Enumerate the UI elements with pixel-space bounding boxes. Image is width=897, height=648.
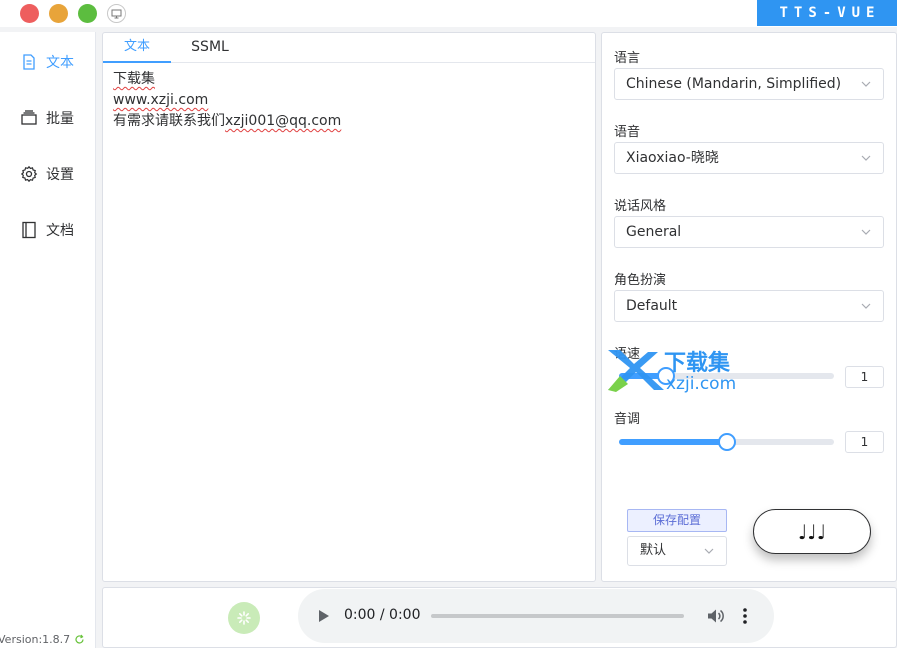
version-info: Version:1.8.7 (0, 633, 85, 646)
sidebar-item-label: 批量 (46, 111, 74, 127)
role-label: 角色扮演 (614, 273, 667, 288)
sidebar-item-settings[interactable]: 设置 (20, 164, 74, 184)
notebook-icon (22, 221, 36, 239)
sidebar-item-label: 设置 (46, 167, 74, 183)
audio-player: 0:00 / 0:00 (298, 589, 774, 643)
loading-spinner-icon (228, 602, 260, 634)
chevron-down-icon (861, 229, 871, 235)
monitor-icon[interactable] (107, 4, 126, 23)
editor-tabs: 文本 SSML (103, 33, 595, 63)
close-window-button[interactable] (20, 4, 39, 23)
preset-select[interactable]: 默认 (627, 536, 727, 566)
play-icon[interactable] (318, 609, 330, 623)
settings-panel: 语言 Chinese (Mandarin, Simplified) 语音 Xia… (601, 32, 897, 582)
chevron-down-icon (861, 81, 871, 87)
sidebar-item-docs[interactable]: 文档 (20, 220, 74, 240)
play-tts-button[interactable]: ♩♩♩ (753, 509, 871, 554)
pitch-slider-fill (619, 439, 727, 445)
style-select[interactable]: General (614, 216, 884, 248)
speed-input[interactable]: 1 (845, 366, 884, 388)
player-bar: 0:00 / 0:00 (102, 587, 897, 648)
chevron-down-icon (861, 155, 871, 161)
maximize-window-button[interactable] (78, 4, 97, 23)
sidebar: 文本 批量 设置 文档 Version:1.8.7 (0, 32, 96, 648)
app-brand: TTS-VUE (757, 0, 897, 26)
tab-text[interactable]: 文本 (103, 33, 171, 63)
gear-icon (20, 165, 38, 183)
style-label: 说话风格 (614, 199, 667, 214)
sidebar-item-label: 文档 (46, 223, 74, 239)
stack-icon (21, 110, 37, 125)
pitch-input[interactable]: 1 (845, 431, 884, 453)
pitch-label: 音调 (614, 412, 641, 427)
chevron-down-icon (861, 303, 871, 309)
more-options-icon[interactable] (742, 607, 748, 625)
sidebar-item-label: 文本 (46, 55, 74, 71)
music-notes-icon: ♩♩♩ (797, 519, 827, 544)
audio-time: 0:00 / 0:00 (344, 607, 421, 623)
watermark-logo: 下载集 xzji.com (606, 346, 746, 394)
volume-icon[interactable] (706, 607, 724, 625)
title-bar: TTS-VUE (0, 0, 897, 27)
text-line: 下载集 (113, 71, 155, 87)
pitch-slider-thumb[interactable] (717, 433, 736, 451)
voice-label: 语音 (614, 125, 641, 140)
chevron-down-icon (704, 548, 714, 554)
audio-progress-track[interactable] (431, 614, 684, 618)
text-input-area[interactable]: 下载集 www.xzji.com 有需求请联系我们xzji001@qq.com (113, 69, 585, 132)
sidebar-item-text[interactable]: 文本 (20, 52, 74, 72)
version-label: Version:1.8.7 (0, 633, 71, 646)
voice-select[interactable]: Xiaoxiao-晓晓 (614, 142, 884, 174)
sidebar-item-batch[interactable]: 批量 (20, 108, 74, 128)
voice-value: Xiaoxiao-晓晓 (626, 150, 719, 166)
minimize-window-button[interactable] (49, 4, 68, 23)
text-line: 有需求请联系我们xzji001@qq.com (113, 113, 342, 129)
tab-ssml[interactable]: SSML (175, 33, 245, 63)
document-icon (23, 54, 35, 70)
style-value: General (626, 224, 682, 240)
role-select[interactable]: Default (614, 290, 884, 322)
language-value: Chinese (Mandarin, Simplified) (626, 76, 842, 92)
text-editor-card: 文本 SSML 下载集 www.xzji.com 有需求请联系我们xzji001… (102, 32, 596, 582)
watermark-url: xzji.com (666, 374, 736, 394)
refresh-icon[interactable] (74, 634, 85, 645)
role-value: Default (626, 298, 678, 314)
language-select[interactable]: Chinese (Mandarin, Simplified) (614, 68, 884, 100)
language-label: 语言 (614, 51, 641, 66)
pitch-slider[interactable] (619, 433, 834, 451)
preset-value: 默认 (640, 543, 667, 558)
watermark-title: 下载集 (664, 350, 731, 376)
save-config-button[interactable]: 保存配置 (627, 509, 727, 532)
text-line: www.xzji.com (113, 92, 209, 108)
